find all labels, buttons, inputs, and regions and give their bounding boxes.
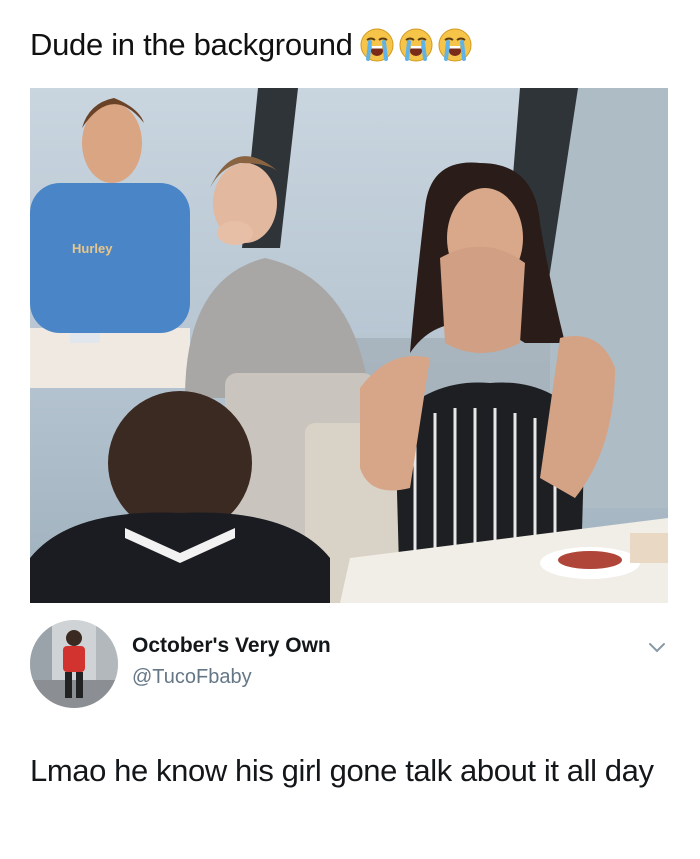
loudly-crying-face-icon [438, 28, 472, 62]
tweet-text: Lmao he know his girl gone talk about it… [30, 753, 654, 788]
chevron-down-icon[interactable] [648, 642, 666, 654]
user-handle[interactable]: @TucoFbaby [132, 666, 252, 689]
restaurant-scene: Hurley [30, 88, 668, 603]
proposal-photo: Hurley [30, 88, 668, 603]
emoji-group [359, 27, 473, 63]
shirt-logo-text: Hurley [72, 241, 113, 256]
back-table [30, 328, 190, 388]
avatar[interactable] [30, 620, 118, 708]
avatar-image [30, 620, 118, 708]
caption-text: Dude in the background [30, 27, 353, 62]
meme-caption: Dude in the background [30, 18, 473, 72]
background-man [30, 183, 190, 333]
loudly-crying-face-icon [360, 28, 394, 62]
display-name[interactable]: October's Very Own [132, 634, 331, 658]
tweet-header: October's Very Own @TucoFbaby [30, 616, 680, 711]
loudly-crying-face-icon [399, 28, 433, 62]
